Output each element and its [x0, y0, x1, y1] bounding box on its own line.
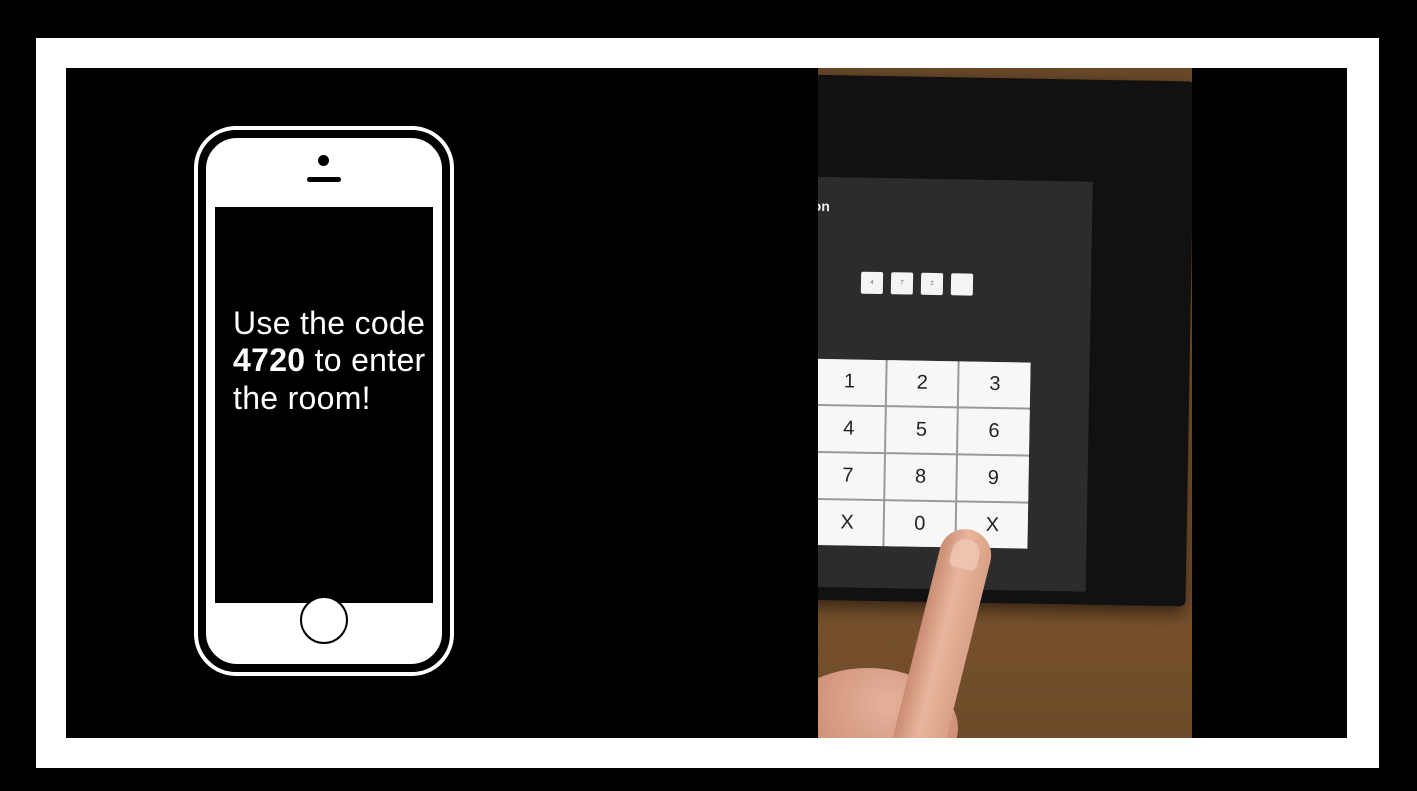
key-5[interactable]: 5 [885, 407, 958, 454]
tablet-screen: ıtion 4 7 2 1 2 3 4 5 6 7 8 9 X 0 X [818, 176, 1093, 592]
phone-screen: Use the code 4720 to enter the room! [215, 207, 433, 603]
numeric-keypad: 1 2 3 4 5 6 7 8 9 X 0 X [818, 358, 1031, 549]
pin-digit: 4 [860, 271, 884, 295]
message-pre: Use the code [233, 305, 426, 341]
key-7[interactable]: 7 [818, 452, 884, 500]
phone-body: Use the code 4720 to enter the room! [203, 135, 445, 667]
key-clear-left[interactable]: X [818, 499, 883, 547]
key-4[interactable]: 4 [818, 405, 885, 453]
pin-digit: 7 [890, 272, 914, 295]
finger-nail [948, 536, 983, 573]
pin-digit: 2 [920, 272, 944, 296]
pin-digit [950, 273, 974, 296]
access-code: 4720 [233, 342, 306, 379]
phone-speaker-icon [307, 177, 341, 182]
tablet-bezel: ıtion 4 7 2 1 2 3 4 5 6 7 8 9 X 0 X [818, 74, 1192, 607]
key-2[interactable]: 2 [886, 360, 958, 407]
pin-entry-row: 4 7 2 [860, 271, 974, 296]
screen-title: ıtion [818, 197, 831, 215]
key-6[interactable]: 6 [958, 408, 1030, 455]
keypad-photo: ıtion 4 7 2 1 2 3 4 5 6 7 8 9 X 0 X [818, 68, 1192, 738]
slide-stage: Use the code 4720 to enter the room! ıti… [66, 68, 1347, 738]
key-8[interactable]: 8 [884, 454, 957, 501]
key-1[interactable]: 1 [818, 358, 886, 406]
phone-message: Use the code 4720 to enter the room! [233, 305, 433, 417]
key-3[interactable]: 3 [959, 361, 1031, 408]
key-9[interactable]: 9 [957, 455, 1029, 502]
phone-home-button-icon [300, 596, 348, 644]
phone-camera-icon [318, 155, 329, 166]
phone-illustration: Use the code 4720 to enter the room! [194, 126, 454, 676]
